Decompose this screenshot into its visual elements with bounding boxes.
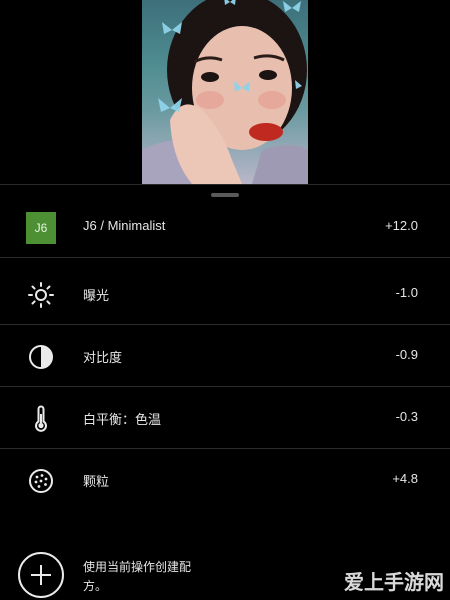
grain-label: 颗粒: [83, 474, 110, 489]
adjustment-row-grain[interactable]: 颗粒 +4.8: [0, 450, 450, 511]
add-preset-button[interactable]: [18, 552, 64, 598]
watermark-text: 爱上手游网: [344, 572, 444, 594]
exposure-value: -1.0: [395, 285, 418, 300]
preset-badge: J6: [26, 212, 56, 244]
adjustment-row-exposure[interactable]: 曝光 -1.0: [0, 264, 450, 325]
exposure-label: 曝光: [83, 288, 110, 303]
adjustment-row-temperature[interactable]: 白平衡：色温 -0.3: [0, 388, 450, 449]
app-screen: J6 J6 / Minimalist +12.0 曝光 -1.0 对比度 -0.…: [0, 0, 450, 600]
preset-value: +12.0: [385, 218, 418, 233]
photo-preview[interactable]: [142, 0, 308, 184]
adjustments-sheet: J6 J6 / Minimalist +12.0 曝光 -1.0 对比度 -0.…: [0, 184, 450, 600]
grain-value: +4.8: [392, 471, 418, 486]
grain-icon: [26, 466, 56, 496]
temperature-value: -0.3: [395, 409, 418, 424]
thermometer-icon: [26, 404, 56, 434]
preset-label: J6 / Minimalist: [83, 218, 166, 233]
create-preset-label: 使用当前操作创建配方。: [83, 560, 192, 593]
exposure-icon: [26, 280, 56, 310]
temperature-label: 白平衡：色温: [83, 412, 162, 427]
adjustment-row-contrast[interactable]: 对比度 -0.9: [0, 326, 450, 387]
contrast-value: -0.9: [395, 347, 418, 362]
preset-badge-text: J6: [26, 212, 56, 244]
contrast-label: 对比度: [83, 350, 123, 365]
portrait-image: [142, 0, 308, 184]
adjustment-row-preset[interactable]: J6 J6 / Minimalist +12.0: [0, 197, 450, 258]
contrast-icon: [26, 342, 56, 372]
